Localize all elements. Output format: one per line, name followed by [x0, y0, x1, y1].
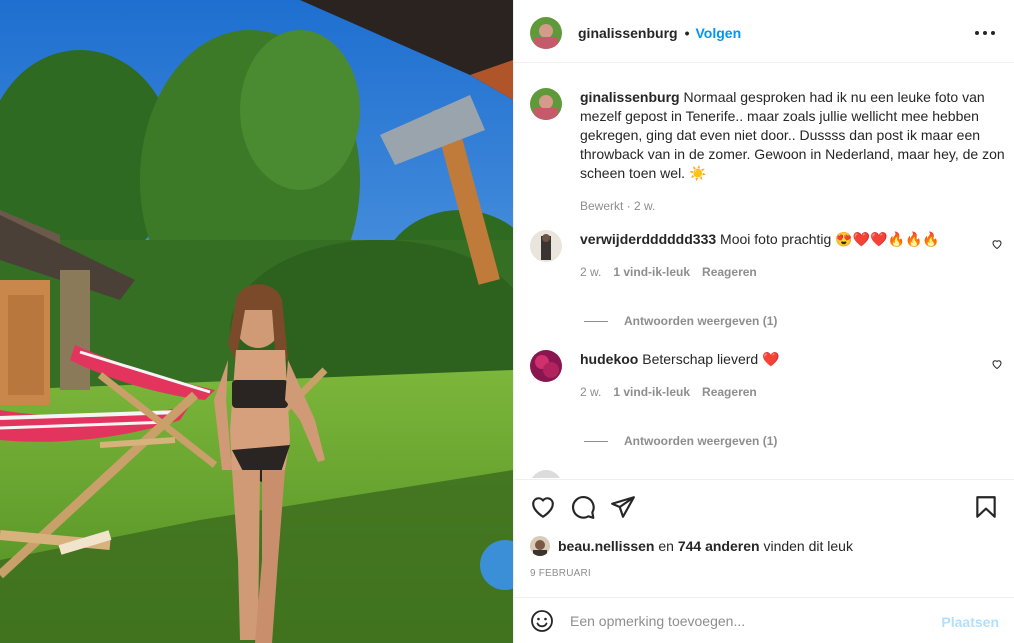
view-replies-button[interactable]: Antwoorden weergeven (1)	[584, 314, 777, 328]
heart-icon[interactable]	[530, 494, 556, 520]
commenter-avatar[interactable]	[530, 230, 562, 262]
comment-input[interactable]	[570, 608, 920, 634]
comments-list: ginalissenburg Normaal gesproken had ik …	[514, 64, 1014, 478]
likes-connector: en	[658, 538, 674, 554]
post-date[interactable]: 9 FEBRUARI	[530, 568, 591, 579]
post-header: ginalissenburg • Volgen	[514, 3, 1014, 63]
separator-dot: •	[684, 24, 690, 41]
bookmark-icon[interactable]	[973, 494, 999, 520]
follow-button[interactable]: Volgen	[695, 25, 741, 41]
caption: ginalissenburg Normaal gesproken had ik …	[530, 88, 1005, 216]
post-details-panel: ginalissenburg • Volgen ginalissenburg N…	[513, 0, 1014, 643]
reply-button[interactable]: Reageren	[702, 263, 757, 282]
likes-suffix: vinden dit leuk	[763, 538, 853, 554]
comment-author[interactable]: hudekoo	[580, 351, 638, 367]
replies-line	[584, 320, 608, 322]
likes-count[interactable]: 744 anderen	[678, 538, 760, 554]
comment-actions: 2 w. 1 vind-ik-leuk Reageren	[580, 383, 780, 402]
comment-actions: 2 w. 1 vind-ik-leuk Reageren	[580, 263, 940, 282]
author-username[interactable]: ginalissenburg	[578, 25, 678, 41]
replies-line	[584, 440, 608, 442]
next-comment-avatar	[530, 470, 562, 478]
post-comment-button[interactable]: Plaatsen	[941, 614, 999, 630]
comment-time[interactable]: 2 w.	[580, 263, 601, 282]
caption-author[interactable]: ginalissenburg	[580, 89, 680, 105]
commenter-avatar[interactable]	[530, 350, 562, 382]
likes-summary: beau.nellissen en 744 anderen vinden dit…	[530, 536, 853, 556]
comment-like-icon[interactable]	[991, 358, 1003, 370]
comment-like-icon[interactable]	[991, 238, 1003, 250]
author-avatar[interactable]	[530, 16, 562, 49]
more-options-icon[interactable]	[975, 23, 995, 43]
view-replies-label[interactable]: Antwoorden weergeven (1)	[624, 314, 777, 328]
comment-item: hudekoo Beterschap lieverd ❤️ 2 w. 1 vin…	[530, 350, 1005, 402]
liker-username[interactable]: beau.nellissen	[558, 538, 654, 554]
comment-likes[interactable]: 1 vind-ik-leuk	[613, 383, 690, 402]
comment-item: verwijderdddddd333 Mooi foto prachtig 😍❤…	[530, 230, 1005, 282]
smiley-icon[interactable]	[530, 609, 554, 633]
comment-author[interactable]: verwijderdddddd333	[580, 231, 716, 247]
reply-button[interactable]: Reageren	[702, 383, 757, 402]
comment-time[interactable]: 2 w.	[580, 383, 601, 402]
comment-text: Beterschap lieverd ❤️	[642, 351, 780, 367]
caption-meta: Bewerkt · 2 w.	[580, 199, 656, 213]
comment-text: Mooi foto prachtig 😍❤️❤️🔥🔥🔥	[720, 231, 940, 247]
comment-bubble-icon[interactable]	[570, 494, 596, 520]
post-actions-bar	[514, 479, 1014, 535]
add-comment-form: Plaatsen	[514, 597, 1014, 643]
liker-avatar[interactable]	[530, 536, 550, 556]
view-replies-button[interactable]: Antwoorden weergeven (1)	[584, 434, 777, 448]
post-photo	[0, 0, 513, 643]
paper-plane-icon[interactable]	[610, 494, 636, 520]
comment-likes[interactable]: 1 vind-ik-leuk	[613, 263, 690, 282]
caption-avatar[interactable]	[530, 88, 562, 120]
view-replies-label[interactable]: Antwoorden weergeven (1)	[624, 434, 777, 448]
